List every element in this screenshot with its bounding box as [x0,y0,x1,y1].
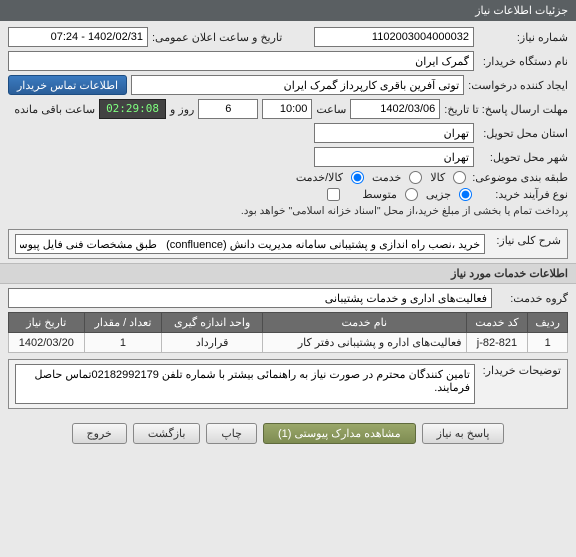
page-header: جزئیات اطلاعات نیاز [0,0,576,21]
services-section-title: اطلاعات خدمات مورد نیاز [0,263,576,284]
label-radio-goods: کالا [430,171,445,184]
view-docs-button[interactable]: مشاهده مدارک پیوستی (1) [263,423,416,444]
label-pay-note: پرداخت تمام یا بخشی از مبلغ خرید،از محل … [241,205,568,217]
label-radio-goods-service: کالا/خدمت [296,171,343,184]
label-buyer-org: نام دستگاه خریدار: [478,55,568,68]
days-field[interactable] [198,99,258,119]
radio-partial[interactable] [459,188,472,201]
respond-button[interactable]: پاسخ به نیاز [422,423,505,444]
label-and-day: روز و [170,103,194,116]
deadline-date-field[interactable] [350,99,440,119]
service-group-row: گروه خدمت: [0,284,576,312]
services-table: ردیف کد خدمت نام خدمت واحد اندازه گیری ت… [8,312,568,353]
label-need-title: شرح کلی نیاز: [489,234,561,247]
contact-info-button[interactable]: اطلاعات تماس خریدار [8,75,127,95]
checkbox-treasury[interactable] [327,188,340,201]
cell-qty: 1 [84,333,162,353]
buyer-notes-box: توضیحات خریدار: [8,359,568,409]
buyer-org-field[interactable] [8,51,474,71]
need-title-box: شرح کلی نیاز: [8,229,568,259]
need-title-field[interactable] [15,234,485,254]
exit-button[interactable]: خروج [72,423,127,444]
th-name: نام خدمت [262,313,466,333]
form-area: شماره نیاز: تاریخ و ساعت اعلان عمومی: نا… [0,21,576,225]
th-code: کد خدمت [466,313,528,333]
cell-name: فعالیت‌های اداره و پشتیبانی دفتر کار [262,333,466,353]
label-buyer-notes: توضیحات خریدار: [481,364,561,377]
province-field[interactable] [314,123,474,143]
radio-medium[interactable] [405,188,418,201]
print-button[interactable]: چاپ [206,423,257,444]
city-field[interactable] [314,147,474,167]
label-need-no: شماره نیاز: [478,31,568,44]
buyer-notes-field[interactable] [15,364,475,404]
label-hour-1: ساعت [316,103,346,116]
label-radio-medium: متوسط [362,188,397,201]
cell-date: 1402/03/20 [9,333,85,353]
cell-unit: قرارداد [162,333,263,353]
radio-goods-service[interactable] [351,171,364,184]
label-radio-partial: جزیی [426,188,451,201]
public-announce-field[interactable] [8,27,148,47]
table-row[interactable]: 1 j-82-821 فعالیت‌های اداره و پشتیبانی د… [9,333,568,353]
cell-code: j-82-821 [466,333,528,353]
label-subject-class: طبقه بندی موضوعی: [472,171,568,184]
label-city: شهر محل تحویل: [478,151,568,164]
service-group-field[interactable] [8,288,492,308]
label-requester: ایجاد کننده درخواست: [468,79,568,92]
need-number-field[interactable] [314,27,474,47]
radio-goods[interactable] [453,171,466,184]
label-deadline: مهلت ارسال پاسخ: تا تاریخ: [444,103,568,116]
label-radio-service: خدمت [372,171,401,184]
footer-actions: پاسخ به نیاز مشاهده مدارک پیوستی (1) چاپ… [0,415,576,452]
requester-field[interactable] [131,75,464,95]
countdown-timer: 02:29:08 [99,99,166,119]
th-date: تاریخ نیاز [9,313,85,333]
deadline-hour-field[interactable] [262,99,312,119]
th-unit: واحد اندازه گیری [162,313,263,333]
radio-service[interactable] [409,171,422,184]
back-button[interactable]: بازگشت [133,423,201,444]
label-service-group: گروه خدمت: [496,292,568,305]
page-title: جزئیات اطلاعات نیاز [475,5,568,17]
th-qty: تعداد / مقدار [84,313,162,333]
label-public-announce: تاریخ و ساعت اعلان عمومی: [152,31,282,44]
label-remain: ساعت باقی مانده [14,103,95,116]
label-process-type: نوع فرآیند خرید: [478,188,568,201]
th-row: ردیف [528,313,568,333]
label-province: استان محل تحویل: [478,127,568,140]
cell-row: 1 [528,333,568,353]
